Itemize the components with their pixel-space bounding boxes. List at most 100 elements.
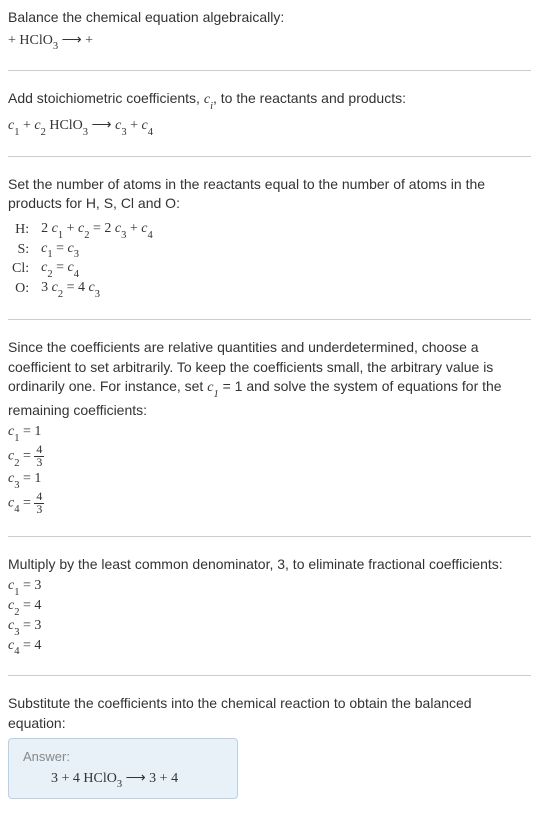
eq-hclo: HClO — [46, 118, 83, 133]
c3: c — [68, 260, 74, 275]
coef-line: c4 = 4 — [8, 638, 531, 656]
eq-c3-sub: 3 — [121, 127, 126, 138]
eq-hclo-sub: 3 — [83, 127, 88, 138]
answer-right: 3 + 4 — [149, 771, 178, 786]
c1s: 2 — [58, 289, 63, 300]
ci: ci — [204, 92, 213, 107]
den: 3 — [34, 457, 44, 469]
sub: 4 — [14, 646, 19, 657]
val: = 3 — [19, 578, 41, 593]
coef-line: c1 = 3 — [8, 578, 531, 596]
coef-line: c2 = 4 — [8, 598, 531, 616]
step-4: Since the coefficients are relative quan… — [8, 338, 531, 515]
table-row: S: c1 = c3 — [8, 240, 157, 260]
row-eq: 3 c2 = 4 c3 — [37, 279, 157, 299]
row-label: H: — [8, 220, 37, 240]
coef-c2: c2 = 43 — [8, 444, 531, 469]
c4s: 4 — [147, 230, 152, 241]
eq-c4-sub: 4 — [148, 127, 153, 138]
atom-equations-table: H: 2 c1 + c2 = 2 c3 + c4 S: c1 = c3 Cl: … — [8, 220, 157, 299]
divider — [8, 156, 531, 157]
row-eq: c1 = c3 — [37, 240, 157, 260]
mid2: + — [126, 221, 141, 236]
eq: = — [53, 260, 68, 275]
c1s: 2 — [47, 269, 52, 280]
val: = 1 — [19, 471, 41, 486]
sub: 2 — [14, 607, 19, 618]
reaction-left: + HClO — [8, 33, 53, 48]
pre: 2 — [41, 221, 52, 236]
coef-line: c3 = 3 — [8, 618, 531, 636]
c2s: 2 — [84, 230, 89, 241]
eq: = — [53, 241, 68, 256]
sub: 3 — [14, 627, 19, 638]
c3s: 3 — [121, 230, 126, 241]
step-1-text: Balance the chemical equation algebraica… — [8, 8, 531, 28]
eq: = 4 — [63, 280, 88, 295]
eq-c1-sub: 1 — [14, 127, 19, 138]
divider — [8, 536, 531, 537]
divider — [8, 675, 531, 676]
row-eq: 2 c1 + c2 = 2 c3 + c4 — [37, 220, 157, 240]
pre: 3 — [41, 280, 52, 295]
eq-c2-sub: 2 — [41, 127, 46, 138]
sub: 1 — [14, 587, 19, 598]
fraction: 43 — [34, 491, 44, 516]
val: = 1 — [19, 424, 41, 439]
row-label: Cl: — [8, 259, 37, 279]
eq-arrow: ⟶ — [88, 118, 115, 133]
step-2: Add stoichiometric coefficients, ci, to … — [8, 89, 531, 135]
table-row: Cl: c2 = c4 — [8, 259, 157, 279]
answer-sub: 3 — [117, 779, 122, 790]
c3: c — [68, 241, 74, 256]
reaction-right: + — [85, 33, 93, 48]
fraction: 43 — [34, 444, 44, 469]
step-6: Substitute the coefficients into the che… — [8, 694, 531, 799]
step2-text-b: , to the reactants and products: — [213, 90, 406, 106]
coef-c3: c3 = 1 — [8, 471, 531, 489]
c1s: 1 — [58, 230, 63, 241]
divider — [8, 70, 531, 71]
step-1: Balance the chemical equation algebraica… — [8, 8, 531, 50]
c3s: 4 — [74, 269, 79, 280]
row-label: O: — [8, 279, 37, 299]
eq-plus1: + — [19, 118, 34, 133]
sub: 2 — [14, 458, 19, 469]
answer-equation: 3 + 4 HClO3 ⟶ 3 + 4 — [23, 770, 223, 789]
step-2-text: Add stoichiometric coefficients, ci, to … — [8, 89, 531, 112]
c1: c — [52, 280, 58, 295]
divider — [8, 319, 531, 320]
answer-label: Answer: — [23, 749, 223, 764]
c3s: 3 — [95, 289, 100, 300]
c1s: 1 — [47, 249, 52, 260]
step-6-text: Substitute the coefficients into the che… — [8, 694, 531, 733]
sub: 3 — [14, 480, 19, 491]
den: 3 — [34, 504, 44, 516]
step-3-text: Set the number of atoms in the reactants… — [8, 175, 531, 214]
answer-box: Answer: 3 + 4 HClO3 ⟶ 3 + 4 — [8, 738, 238, 800]
ci-sub: i — [210, 101, 213, 112]
eq-c2: c — [34, 118, 40, 133]
row-eq: c2 = c4 — [37, 259, 157, 279]
step-5-text: Multiply by the least common denominator… — [8, 555, 531, 575]
step-5: Multiply by the least common denominator… — [8, 555, 531, 656]
eq: = 2 — [89, 221, 114, 236]
sub: 1 — [14, 433, 19, 444]
c1: c — [52, 221, 58, 236]
val: = 4 — [19, 638, 41, 653]
table-row: O: 3 c2 = 4 c3 — [8, 279, 157, 299]
c1-ref: c1 — [207, 380, 218, 395]
eq-plus2: + — [127, 118, 142, 133]
row-label: S: — [8, 240, 37, 260]
val: = 3 — [19, 618, 41, 633]
answer-left: 3 + 4 HClO — [51, 771, 117, 786]
answer-arrow: ⟶ — [122, 771, 149, 786]
step-1-reaction: + HClO3 ⟶ + — [8, 32, 531, 51]
eq-c4: c — [142, 118, 148, 133]
c1-sub: 1 — [213, 389, 218, 400]
eq: = — [19, 449, 34, 464]
reaction-sub: 3 — [53, 41, 58, 52]
mid1: + — [63, 221, 78, 236]
eq: = — [19, 495, 34, 510]
sub: 4 — [14, 504, 19, 515]
